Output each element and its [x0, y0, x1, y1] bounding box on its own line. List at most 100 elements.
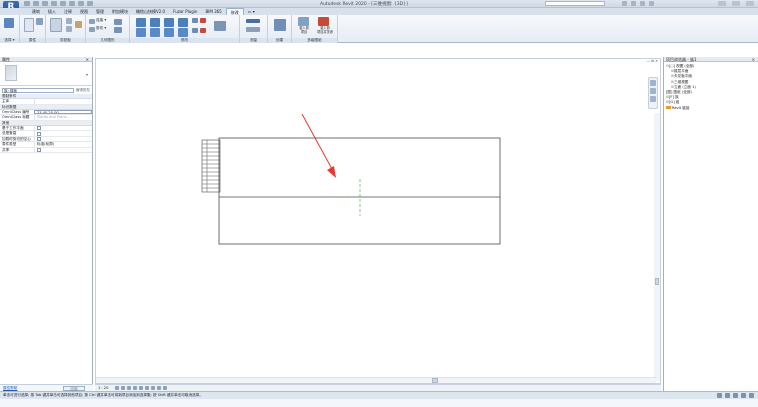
mirror-draw-axis-icon[interactable] [178, 18, 188, 27]
properties-icon[interactable] [24, 18, 34, 32]
cut-icon[interactable] [66, 18, 72, 24]
chevron-down-icon[interactable]: ▾ [86, 72, 88, 77]
print-icon[interactable] [60, 1, 66, 6]
tab-5[interactable]: 附加模块 [108, 8, 132, 15]
delete-icon[interactable] [200, 28, 206, 33]
property-section-header[interactable]: 其他 [0, 120, 92, 126]
select-links-icon[interactable] [725, 393, 730, 398]
zoom-icon[interactable] [650, 88, 656, 94]
minimize-button[interactable] [718, 1, 726, 6]
offset-icon[interactable] [150, 18, 160, 27]
tab-9[interactable]: 修改 [225, 8, 244, 15]
tab-7[interactable]: Fuzor Plugin [169, 8, 201, 15]
trim-extend-icon[interactable] [178, 28, 188, 37]
copy-icon[interactable] [66, 26, 72, 32]
vertical-scrollbar[interactable] [654, 113, 660, 381]
property-value[interactable] [34, 125, 92, 130]
tab-2[interactable]: 注释 [60, 8, 76, 15]
horizontal-scrollbar[interactable] [96, 377, 656, 383]
undo-icon[interactable] [42, 1, 48, 6]
measure-distance-icon[interactable] [246, 19, 260, 23]
match-properties-icon[interactable] [75, 21, 82, 28]
vertical-scroll-thumb[interactable] [655, 278, 659, 285]
tab-8[interactable]: BIM 365 [201, 8, 225, 15]
show-crop-icon[interactable] [145, 386, 149, 390]
tab-3[interactable]: 视图 [76, 8, 92, 15]
type-properties-icon[interactable] [36, 18, 43, 25]
load-into-project-close-icon[interactable] [318, 17, 329, 26]
tab-10[interactable]: ▭ ▾ [244, 8, 259, 15]
shadows-icon[interactable] [133, 386, 137, 390]
select-underlay-icon[interactable] [733, 393, 738, 398]
split-gap-icon[interactable] [200, 18, 206, 23]
zoom-extents-icon[interactable] [650, 96, 656, 102]
cut-geometry-label[interactable]: 剪切 ▾ [96, 26, 106, 31]
array-icon[interactable] [192, 28, 198, 33]
editable-only-icon[interactable] [717, 393, 722, 398]
filter-icon[interactable] [749, 393, 754, 398]
property-value[interactable] [34, 136, 92, 141]
family-outline[interactable] [218, 137, 501, 245]
property-checkbox[interactable] [37, 126, 41, 130]
split-icon[interactable] [192, 18, 198, 23]
properties-filter-dropdown[interactable]: 族: 楼板 [2, 87, 74, 93]
load-into-project-label[interactable]: 载入到 项目 [294, 26, 314, 34]
dimension-icon[interactable] [246, 27, 260, 32]
tab-6[interactable]: 橄榄山快模V2.0 [132, 8, 169, 15]
wall-join-icon[interactable] [114, 19, 122, 25]
measure-icon[interactable] [69, 1, 75, 6]
binoculars-icon[interactable] [622, 1, 627, 6]
tab-0[interactable]: 建筑 [28, 8, 44, 15]
load-into-project-icon[interactable] [298, 17, 309, 26]
drawing-canvas[interactable]: — ⧉ ✕ [95, 58, 661, 384]
copy-element-icon[interactable] [150, 28, 160, 37]
browser-tree-item[interactable]: Revit 链接 [666, 106, 756, 111]
paste-icon[interactable] [50, 18, 62, 32]
project-browser-close-button[interactable]: × [752, 57, 755, 62]
property-checkbox[interactable] [37, 137, 41, 141]
property-checkbox[interactable] [37, 148, 41, 152]
help-icon[interactable] [649, 1, 654, 6]
property-value[interactable] [34, 99, 92, 104]
rotate-icon[interactable] [164, 28, 174, 37]
property-section-header[interactable]: 限制条件 [0, 94, 92, 99]
mirror-pick-axis-icon[interactable] [164, 18, 174, 27]
tab-1[interactable]: 插入 [44, 8, 60, 15]
load-into-project-close-label[interactable]: 载入到 项目并关闭 [314, 26, 336, 34]
search-input[interactable] [545, 1, 605, 6]
select-pinned-icon[interactable] [741, 393, 746, 398]
panel-label-select[interactable]: 选择 ▾ [0, 38, 19, 43]
property-section-header[interactable]: 标识数据 [0, 104, 92, 110]
save-icon[interactable] [33, 1, 39, 6]
reveal-hidden-icon[interactable] [157, 386, 161, 390]
property-value[interactable]: Plants and Plant... [34, 115, 92, 120]
3d-view-icon[interactable] [87, 1, 93, 6]
sign-in-icon[interactable] [631, 1, 636, 6]
property-value[interactable]: 标准(轮廓) [34, 142, 92, 147]
sun-path-icon[interactable] [127, 386, 131, 390]
close-window-button[interactable] [746, 1, 754, 6]
redo-icon[interactable] [51, 1, 57, 6]
property-value[interactable] [34, 147, 92, 152]
cut-geometry-icon[interactable] [89, 27, 95, 32]
crop-view-icon[interactable] [139, 386, 143, 390]
create-group-icon[interactable] [274, 19, 286, 31]
property-checkbox[interactable] [37, 131, 41, 136]
property-value[interactable] [34, 131, 92, 136]
paint-icon[interactable] [114, 27, 122, 33]
modify-arrow-icon[interactable] [4, 18, 14, 28]
open-icon[interactable] [24, 1, 30, 6]
view-window-controls[interactable]: — ⧉ ✕ [647, 59, 658, 63]
edit-type-button[interactable]: 编辑类型 [76, 88, 90, 93]
type-selector-preview[interactable]: ▾ [0, 62, 92, 86]
steering-wheel-icon[interactable] [650, 80, 656, 86]
temporary-hide-icon[interactable] [151, 386, 155, 390]
exchange-icon[interactable] [640, 1, 645, 6]
property-value[interactable]: 23.40.25.00 [34, 109, 92, 114]
worksharing-icon[interactable] [163, 386, 167, 390]
maximize-button[interactable] [732, 1, 740, 6]
join-icon[interactable] [89, 19, 95, 24]
move-icon[interactable] [136, 28, 146, 37]
visual-style-icon[interactable] [121, 386, 125, 390]
join-label[interactable]: 连接 ▾ [96, 18, 106, 23]
